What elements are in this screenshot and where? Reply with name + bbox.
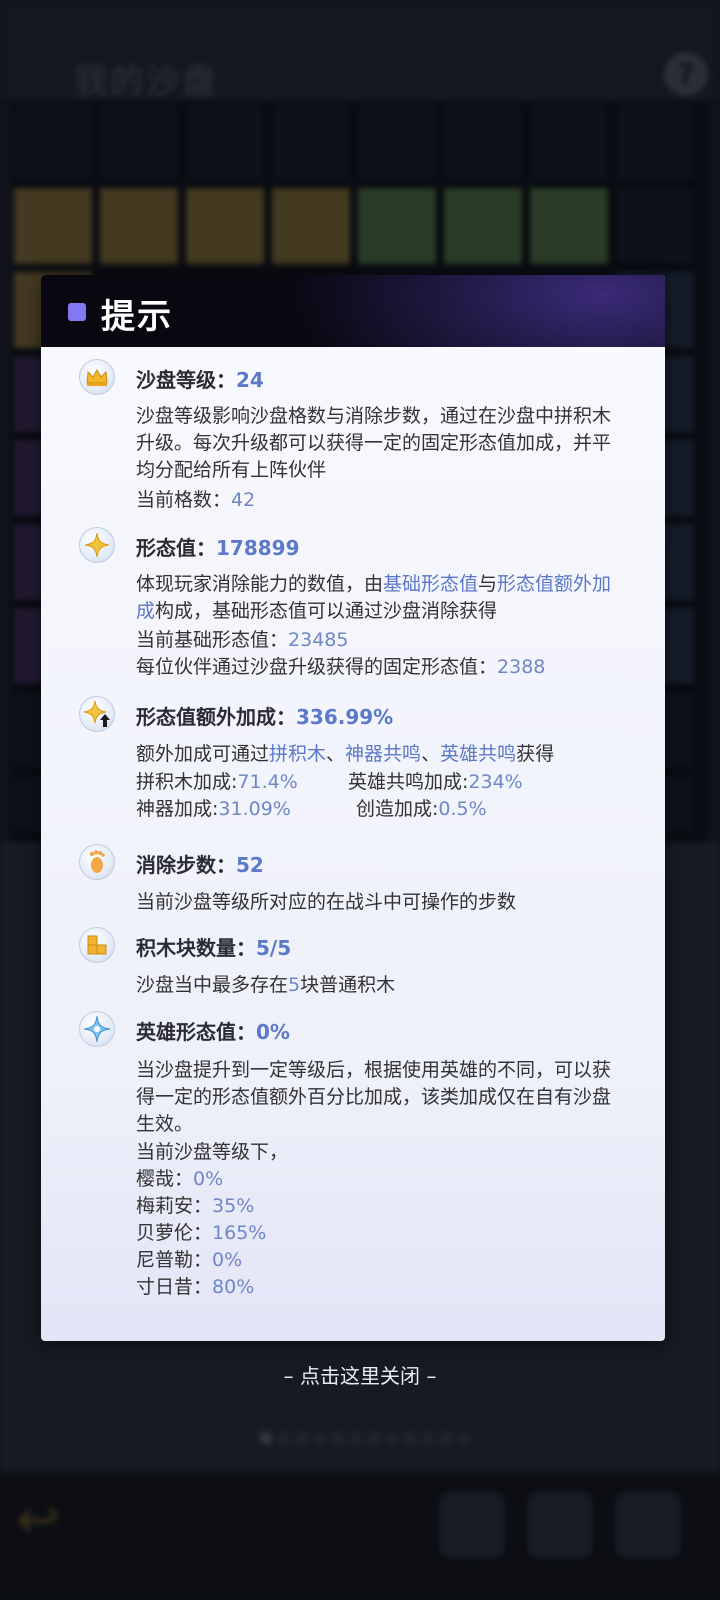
label: 神器加成: xyxy=(136,798,219,820)
value: 2388 xyxy=(497,656,546,678)
sandbox-level-description: 沙盘等级影响沙盘格数与消除步数，通过在沙盘中拼积木升级。每次升级都可以获得一定的… xyxy=(136,405,612,481)
hero-name: 贝萝伦： xyxy=(136,1222,213,1244)
header-square-icon xyxy=(68,303,86,321)
value: 31.09% xyxy=(218,798,291,820)
hero-value: 0% xyxy=(212,1249,243,1271)
current-base-form-value: 当前基础形态值：23485 xyxy=(136,627,348,654)
label: 创造加成: xyxy=(356,798,439,820)
section-extra-bonus-icon-wrap xyxy=(79,696,115,732)
value: 0.5% xyxy=(438,798,487,820)
hero-list-header: 当前沙盘等级下， xyxy=(136,1141,289,1163)
hero-row: 寸日昔：80% xyxy=(136,1274,254,1301)
section-title-steps: 消除步数：52 xyxy=(136,849,264,878)
hero-value: 0% xyxy=(193,1168,224,1190)
value: 178899 xyxy=(216,536,300,560)
label: 形态值： xyxy=(136,536,216,560)
value: 24 xyxy=(236,368,264,392)
hero-resonance-link[interactable]: 英雄共鸣 xyxy=(440,743,516,765)
base-form-value-link[interactable]: 基础形态值 xyxy=(383,573,478,595)
value: 234% xyxy=(468,771,523,793)
label: 英雄形态值： xyxy=(136,1020,256,1044)
hero-row: 贝萝伦：165% xyxy=(136,1220,266,1247)
section-title-hero-form: 英雄形态值：0% xyxy=(136,1016,290,1045)
sparkle-star-icon xyxy=(79,527,115,563)
value: 0% xyxy=(256,1020,290,1044)
label: 沙盘等级： xyxy=(136,368,236,392)
hero-name: 尼普勒： xyxy=(136,1249,213,1271)
label: 每位伙伴通过沙盘升级获得的固定形态值： xyxy=(136,656,498,678)
text: 沙盘当中最多存在 xyxy=(136,974,289,996)
block-icon xyxy=(79,927,115,963)
crown-icon xyxy=(79,359,115,395)
label: 拼积木加成: xyxy=(136,771,238,793)
hero-row: 樱哉：0% xyxy=(136,1166,223,1193)
hero-row: 尼普勒：0% xyxy=(136,1247,242,1274)
label: 消除步数： xyxy=(136,853,236,877)
label: 英雄共鸣加成: xyxy=(348,771,469,793)
footprint-icon xyxy=(79,844,115,880)
dialog-title: 提示 xyxy=(101,297,173,337)
extra-bonus-description: 额外加成可通过拼积木、神器共鸣、英雄共鸣获得 xyxy=(136,741,554,768)
hero-row: 梅莉安：35% xyxy=(136,1193,254,1220)
value: 71.4% xyxy=(237,771,298,793)
text: 体现玩家消除能力的数值，由 xyxy=(136,573,384,595)
section-sandbox-level-icon-wrap xyxy=(79,359,115,395)
block-count-description: 沙盘当中最多存在5块普通积木 xyxy=(136,972,395,999)
label: 当前格数： xyxy=(136,489,232,511)
separator: 、 xyxy=(421,743,441,765)
section-title-form-value: 形态值：178899 xyxy=(136,532,300,561)
tips-dialog: 提示 沙盘等级：24 沙盘等级影响沙盘格数与消除步数，通过在沙盘中拼积木升级。每… xyxy=(41,275,665,1341)
label: 形态值额外加成： xyxy=(136,705,296,729)
text: 与 xyxy=(478,573,498,595)
bonus-artifact: 神器加成:31.09% xyxy=(136,796,291,823)
partner-fixed-form-value: 每位伙伴通过沙盘升级获得的固定形态值：2388 xyxy=(136,654,545,681)
hero-name: 樱哉： xyxy=(136,1168,194,1190)
close-hint-button[interactable]: – 点击这里关闭 – xyxy=(0,1360,720,1389)
star-up-arrow-icon xyxy=(79,696,115,732)
value: 336.99% xyxy=(296,705,394,729)
hero-form-description: 当沙盘提升到一定等级后，根据使用英雄的不同，可以获得一定的形态值额外百分比加成，… xyxy=(136,1059,612,1135)
text: 构成，基础形态值可以通过沙盘消除获得 xyxy=(155,600,498,622)
artifact-resonance-link[interactable]: 神器共鸣 xyxy=(345,743,421,765)
hero-name: 寸日昔： xyxy=(136,1276,213,1298)
blue-star-icon xyxy=(79,1011,115,1047)
value: 5 xyxy=(288,974,301,996)
bonus-creation: 创造加成:0.5% xyxy=(356,796,487,823)
value: 5/5 xyxy=(256,936,292,960)
section-title-block-count: 积木块数量：5/5 xyxy=(136,932,291,961)
bonus-hero-resonance: 英雄共鸣加成:234% xyxy=(348,769,523,796)
section-title-sandbox-level: 沙盘等级：24 xyxy=(136,364,264,393)
text: 额外加成可通过 xyxy=(136,743,270,765)
label: 当前基础形态值： xyxy=(136,629,289,651)
form-value-description: 体现玩家消除能力的数值，由基础形态值与形态值额外加成构成，基础形态值可以通过沙盘… xyxy=(136,571,616,625)
section-block-count-icon-wrap xyxy=(79,927,115,963)
label: 积木块数量： xyxy=(136,936,256,960)
hero-value: 35% xyxy=(212,1195,255,1217)
hero-value: 165% xyxy=(212,1222,267,1244)
text: 获得 xyxy=(516,743,555,765)
section-title-extra-bonus: 形态值额外加成：336.99% xyxy=(136,701,393,730)
section-steps-icon-wrap xyxy=(79,844,115,880)
value: 52 xyxy=(236,853,264,877)
hero-name: 梅莉安： xyxy=(136,1195,213,1217)
text: 块普通积木 xyxy=(300,974,396,996)
current-grid-count: 当前格数：42 xyxy=(136,487,255,514)
steps-description: 当前沙盘等级所对应的在战斗中可操作的步数 xyxy=(136,891,517,913)
section-hero-form-icon-wrap xyxy=(79,1011,115,1047)
hero-value: 80% xyxy=(212,1276,255,1298)
value: 42 xyxy=(231,489,256,511)
separator: 、 xyxy=(326,743,346,765)
section-form-value-icon-wrap xyxy=(79,527,115,563)
bonus-blocks: 拼积木加成:71.4% xyxy=(136,769,298,796)
value: 23485 xyxy=(288,629,349,651)
blocks-link[interactable]: 拼积木 xyxy=(269,743,326,765)
dialog-header: 提示 xyxy=(41,275,665,347)
